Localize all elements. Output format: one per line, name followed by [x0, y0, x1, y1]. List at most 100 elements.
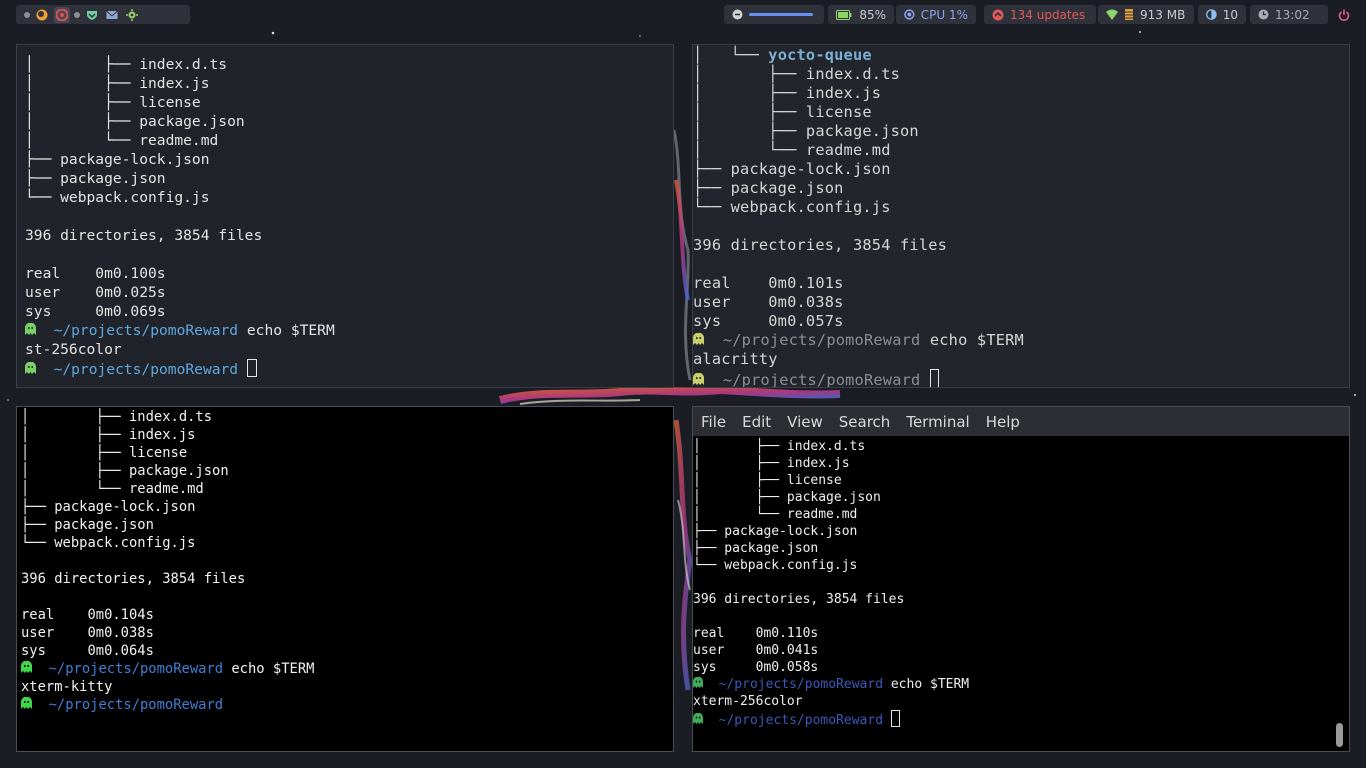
- command-output: xterm-256color: [693, 694, 803, 709]
- time-real: real 0m0.110s: [693, 626, 819, 641]
- command-text: echo $TERM: [929, 331, 1024, 349]
- volume-slider[interactable]: [749, 13, 813, 16]
- ghost-icon: [21, 696, 32, 714]
- workspace-dot[interactable]: [74, 11, 80, 18]
- time-real: real 0m0.104s: [21, 607, 154, 623]
- menu-bar: File Edit View Search Terminal Help: [693, 407, 1349, 436]
- prompt-path: ~/projects/pomoReward: [718, 713, 884, 728]
- tree-line: ├── package-lock.json: [25, 151, 210, 168]
- volume-icon: [732, 9, 743, 20]
- prompt-path: ~/projects/pomoReward: [48, 661, 224, 677]
- terminal-window-kitty[interactable]: │ ├── index.d.ts │ ├── index.js │ ├── li…: [16, 406, 674, 752]
- tree-line: │ ├── index.d.ts: [21, 409, 213, 425]
- tree-summary: 396 directories, 3854 files: [693, 592, 905, 607]
- tree-line: │ └──: [693, 46, 769, 64]
- menu-file[interactable]: File: [693, 413, 734, 431]
- terminal-cursor: [890, 710, 900, 727]
- terminal-output[interactable]: │ ├── index.d.ts │ ├── index.js │ ├── li…: [25, 55, 335, 379]
- status-bar: 85% CPU 1% 134 updates 913 MB 10 13:02: [0, 0, 1366, 30]
- battery-icon: [836, 9, 852, 20]
- brightness-widget[interactable]: 10: [1198, 5, 1246, 24]
- terminal-output[interactable]: │ ├── index.d.ts │ ├── index.js │ ├── li…: [693, 438, 969, 729]
- tree-line: │ ├── license: [693, 473, 842, 488]
- update-icon: [992, 9, 1004, 20]
- memory-widget[interactable]: 913 MB: [1098, 5, 1194, 24]
- terminal-output[interactable]: │ └── yocto-queue │ ├── index.d.ts │ ├──…: [693, 46, 1024, 388]
- terminal-output[interactable]: │ ├── index.d.ts │ ├── index.js │ ├── li…: [21, 408, 314, 714]
- terminal-window-st[interactable]: │ ├── index.d.ts │ ├── index.js │ ├── li…: [16, 44, 674, 388]
- tree-line: ├── package-lock.json: [693, 524, 858, 539]
- time-user: user 0m0.041s: [693, 643, 819, 658]
- tree-line: │ ├── package.json: [693, 490, 881, 505]
- prompt-path: ~/projects/pomoReward: [53, 361, 239, 378]
- command-text: echo $TERM: [231, 661, 315, 677]
- tree-line: │ ├── index.js: [693, 84, 882, 102]
- time-sys: sys 0m0.069s: [25, 303, 166, 320]
- chrome-icon[interactable]: [54, 6, 70, 23]
- network-icon: [1106, 9, 1118, 20]
- ghost-icon: [693, 371, 704, 387]
- updates-widget[interactable]: 134 updates: [984, 5, 1096, 24]
- time-sys: sys 0m0.064s: [21, 643, 154, 659]
- clock-widget[interactable]: 13:02: [1250, 5, 1328, 24]
- tree-line: │ ├── index.js: [693, 456, 850, 471]
- command-output: st-256color: [25, 341, 122, 358]
- prompt-path: ~/projects/pomoReward: [53, 322, 239, 339]
- clock-icon: [1258, 9, 1269, 20]
- tree-line: │ └── readme.md: [25, 132, 219, 149]
- ghost-icon: [693, 676, 703, 693]
- shield-icon[interactable]: [84, 7, 100, 23]
- ghost-icon: [25, 321, 36, 340]
- workspace-switcher[interactable]: [16, 5, 190, 24]
- menu-search[interactable]: Search: [831, 413, 899, 431]
- cpu-icon: [904, 9, 915, 20]
- volume-widget[interactable]: [724, 5, 824, 24]
- menu-edit[interactable]: Edit: [734, 413, 779, 431]
- clock-text: 13:02: [1275, 7, 1310, 22]
- time-sys: sys 0m0.057s: [693, 312, 844, 330]
- command-output: alacritty: [693, 350, 778, 368]
- memory-text: 913 MB: [1140, 7, 1186, 22]
- cpu-text: CPU 1%: [920, 7, 968, 22]
- tree-line: ├── package.json: [693, 541, 819, 556]
- tree-line: ├── package-lock.json: [21, 499, 196, 515]
- tree-summary: 396 directories, 3854 files: [25, 227, 263, 244]
- time-user: user 0m0.025s: [25, 284, 166, 301]
- prompt-path: ~/projects/pomoReward: [48, 697, 224, 713]
- tree-line: │ └── readme.md: [21, 481, 204, 497]
- terminal-window-alacritty[interactable]: │ └── yocto-queue │ ├── index.d.ts │ ├──…: [692, 44, 1350, 388]
- tree-line: │ ├── license: [25, 94, 201, 111]
- command-text: echo $TERM: [246, 322, 335, 339]
- menu-terminal[interactable]: Terminal: [898, 413, 977, 431]
- tree-line: └── webpack.config.js: [21, 535, 196, 551]
- firefox-icon[interactable]: [34, 7, 50, 23]
- terminal-window-gnome[interactable]: File Edit View Search Terminal Help │ ├─…: [692, 406, 1350, 752]
- scrollbar-thumb[interactable]: [1336, 723, 1343, 747]
- tree-line: │ ├── package.json: [693, 122, 919, 140]
- tree-line: │ └── readme.md: [693, 507, 858, 522]
- brightness-icon: [1206, 9, 1217, 20]
- prompt-path: ~/projects/pomoReward: [718, 677, 884, 692]
- battery-widget[interactable]: 85%: [828, 5, 894, 24]
- tree-summary: 396 directories, 3854 files: [693, 236, 948, 254]
- cpu-widget[interactable]: CPU 1%: [896, 5, 976, 24]
- prompt-path: ~/projects/pomoReward: [722, 371, 921, 388]
- updates-text: 134 updates: [1010, 7, 1086, 22]
- tree-line: └── webpack.config.js: [693, 198, 891, 216]
- ghost-icon: [25, 360, 36, 379]
- mail-icon[interactable]: [104, 7, 120, 23]
- workspace-dot[interactable]: [24, 11, 30, 18]
- time-real: real 0m0.101s: [693, 274, 844, 292]
- time-user: user 0m0.038s: [21, 625, 154, 641]
- time-user: user 0m0.038s: [693, 293, 844, 311]
- directory-name: yocto-queue: [768, 46, 872, 64]
- time-sys: sys 0m0.058s: [693, 660, 819, 675]
- memory-icon: [1125, 9, 1133, 20]
- settings-icon[interactable]: [124, 7, 140, 23]
- menu-view[interactable]: View: [779, 413, 831, 431]
- tree-line: ├── package.json: [693, 179, 844, 197]
- terminal-cursor: [929, 369, 939, 387]
- power-button[interactable]: [1334, 5, 1354, 24]
- menu-help[interactable]: Help: [978, 413, 1028, 431]
- brightness-text: 10: [1222, 7, 1238, 22]
